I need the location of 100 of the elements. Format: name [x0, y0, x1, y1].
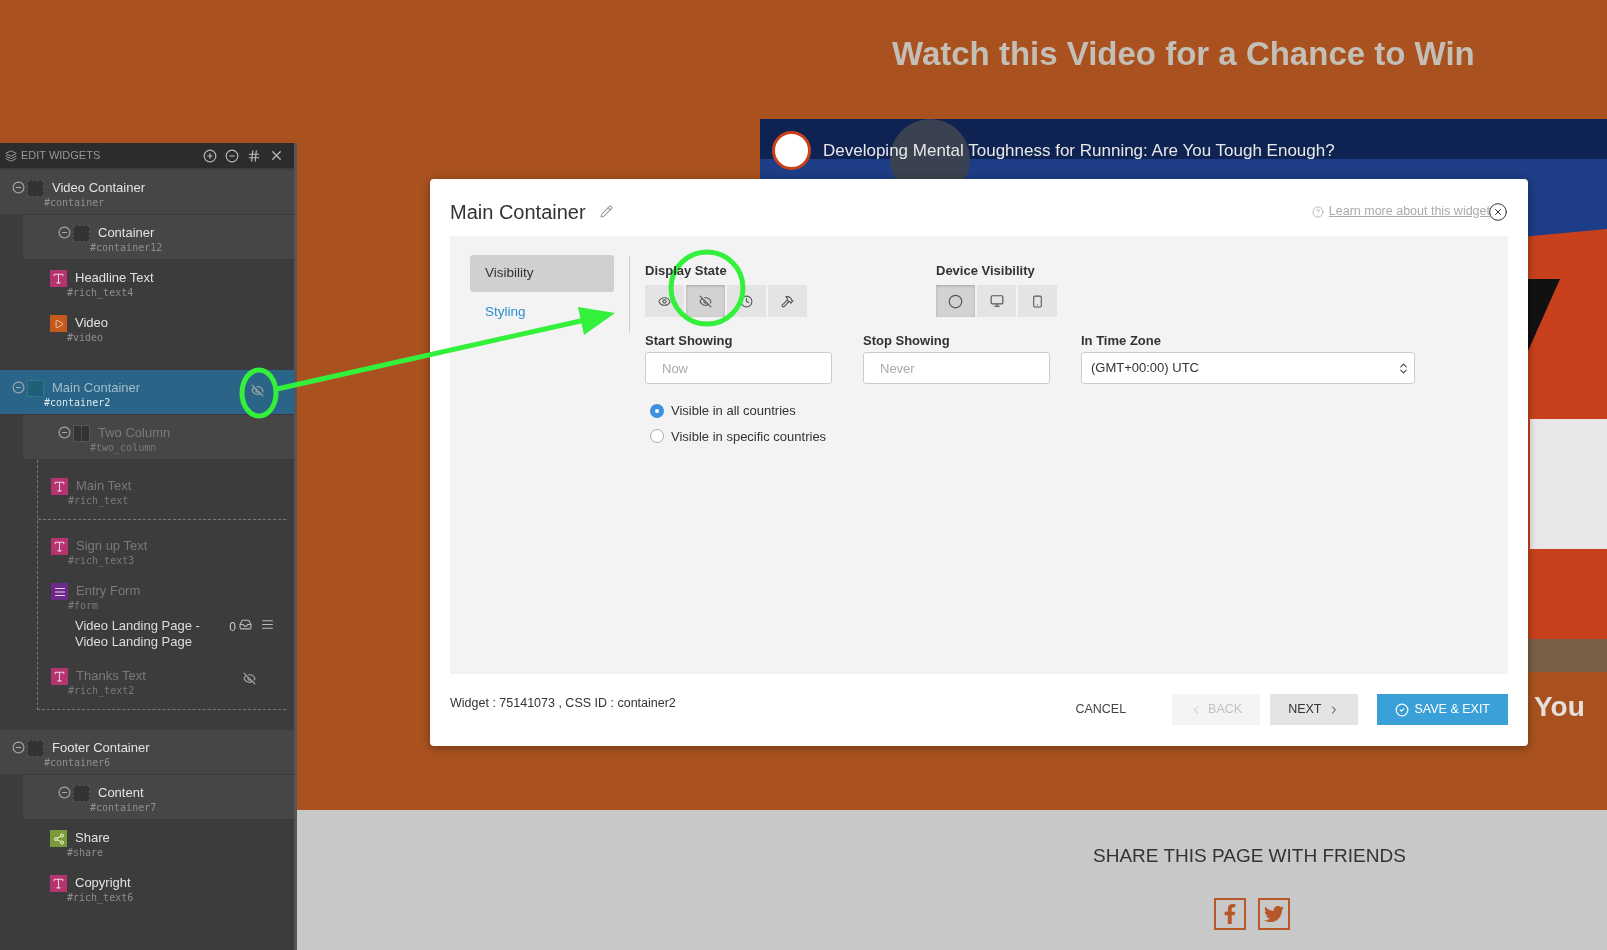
- widget-name: Footer Container: [52, 740, 150, 756]
- video-widget-icon: [50, 315, 67, 332]
- dialog-title: Main Container: [450, 199, 586, 225]
- widget-row[interactable]: Headline Text #rich_text4: [0, 260, 294, 305]
- field-label: In Time Zone: [1081, 333, 1161, 349]
- entry-count: 0: [229, 619, 236, 636]
- field-label: Start Showing: [645, 333, 733, 349]
- share-heading: SHARE THIS PAGE WITH FRIENDS: [1093, 844, 1406, 868]
- radio-button[interactable]: [650, 403, 664, 418]
- widget-name: Copyright: [75, 875, 132, 891]
- widget-id: #container: [44, 196, 106, 209]
- help-icon: [1311, 205, 1324, 218]
- container-row[interactable]: Main Container #container2: [0, 370, 294, 415]
- widget-id: #share: [67, 846, 105, 859]
- collapse-icon[interactable]: [12, 381, 25, 394]
- widget-info: Widget : 75141073 , CSS ID : container2: [450, 695, 676, 713]
- form-widget-icon: [51, 583, 68, 600]
- columns-widget-icon: [73, 425, 90, 442]
- date-field[interactable]: Now: [645, 352, 832, 384]
- panel-title: EDIT WIDGETS: [21, 148, 101, 164]
- widget-row[interactable]: Copyright #rich_text6: [0, 865, 294, 910]
- check-circle-icon: [1394, 702, 1409, 717]
- text-widget-icon: [51, 668, 68, 685]
- container-row[interactable]: Video Container #container: [0, 170, 294, 215]
- text-widget-icon: [51, 538, 68, 555]
- container-widget-icon: [27, 740, 44, 757]
- container-widget-icon: [27, 380, 44, 397]
- radio-button[interactable]: [650, 429, 664, 444]
- widget-id: #container7: [90, 801, 157, 814]
- widget-name: Main Text: [76, 478, 132, 494]
- widget-id: #rich_text4: [67, 286, 135, 299]
- widget-id: #video: [67, 331, 105, 344]
- layers-icon: [5, 149, 17, 162]
- widget-name: Share: [75, 830, 110, 846]
- text-widget-icon: [50, 270, 67, 287]
- settings-tab[interactable]: Visibility: [470, 255, 614, 292]
- form-name: Video Landing Page - Video Landing Page: [75, 618, 201, 650]
- widget-id: #rich_text: [68, 494, 130, 507]
- widget-name: Main Container: [52, 380, 141, 396]
- container-widget-icon: [73, 785, 90, 802]
- collapse-icon[interactable]: [58, 226, 71, 239]
- field-label: Stop Showing: [863, 333, 950, 349]
- container-row[interactable]: Content #container7: [23, 775, 294, 820]
- form-info-row[interactable]: Video Landing Page - Video Landing Page 0: [38, 618, 286, 658]
- highlight-circle: [239, 367, 279, 419]
- close-icon[interactable]: [1488, 201, 1508, 222]
- plain-button[interactable]: CANCEL: [1057, 694, 1145, 725]
- widget-name: Headline Text: [75, 270, 154, 286]
- select-arrows-icon: [1397, 361, 1410, 375]
- phone-icon[interactable]: [1018, 285, 1057, 317]
- widget-name: Video: [75, 315, 108, 331]
- time-zone-select[interactable]: (GMT+00:00) UTC: [1081, 352, 1415, 384]
- widget-name: Thanks Text: [76, 668, 146, 684]
- twitter-icon[interactable]: [1258, 897, 1290, 930]
- edit-icon[interactable]: [599, 205, 613, 218]
- collapse-icon[interactable]: [58, 426, 71, 439]
- field-label: Device Visibility: [936, 263, 1035, 279]
- page-headline: Watch this Video for a Chance to Win: [892, 34, 1476, 74]
- widget-name: Sign up Text: [76, 538, 148, 554]
- widget-name: Container: [98, 225, 156, 241]
- widget-name: Content: [98, 785, 145, 801]
- share-widget-icon: [50, 830, 67, 847]
- add-icon[interactable]: [203, 148, 217, 163]
- widget-id: #rich_text6: [67, 891, 134, 904]
- hash-icon[interactable]: [247, 148, 261, 163]
- collapse-icon[interactable]: [12, 741, 25, 754]
- widget-id: #rich_text3: [68, 554, 136, 567]
- widget-row[interactable]: Video #video: [0, 305, 294, 350]
- hammer-icon[interactable]: [768, 285, 807, 317]
- widget-id: #rich_text2: [68, 684, 136, 697]
- container-widget-icon: [27, 180, 44, 197]
- facebook-icon[interactable]: [1214, 897, 1246, 930]
- date-field[interactable]: Never: [863, 352, 1050, 384]
- monitor-icon[interactable]: [977, 285, 1016, 317]
- radio-label: Visible in all countries: [671, 402, 796, 420]
- container-row[interactable]: Footer Container #container6: [0, 730, 294, 775]
- inbox-icon[interactable]: [239, 618, 252, 631]
- widget-id: #container2: [44, 396, 112, 409]
- video-title[interactable]: Developing Mental Toughness for Running: Are You Tough Enough?: [823, 137, 1335, 164]
- widget-id: #container12: [90, 241, 163, 254]
- eye-off-icon[interactable]: [686, 285, 725, 317]
- widget-row[interactable]: Share #share: [0, 820, 294, 865]
- container-widget-icon: [73, 225, 90, 242]
- close-icon[interactable]: [269, 148, 284, 163]
- next-button[interactable]: NEXT: [1270, 694, 1358, 725]
- page-subheading: You: [1534, 691, 1585, 722]
- collapse-icon[interactable]: [58, 786, 71, 799]
- remove-icon[interactable]: [225, 148, 239, 163]
- widget-name: Entry Form: [76, 583, 141, 599]
- radio-label: Visible in specific countries: [671, 427, 827, 446]
- text-widget-icon: [51, 478, 68, 495]
- widget-id: #container6: [44, 756, 112, 769]
- collapse-icon[interactable]: [12, 181, 25, 194]
- list-icon[interactable]: [261, 618, 274, 631]
- text-widget-icon: [50, 875, 67, 892]
- hidden-eye-icon[interactable]: [251, 384, 264, 397]
- hidden-eye-icon[interactable]: [243, 672, 256, 685]
- widget-name: Video Container: [52, 180, 145, 196]
- container-row[interactable]: Container #container12: [23, 215, 294, 260]
- widget-id: #form: [68, 599, 100, 612]
